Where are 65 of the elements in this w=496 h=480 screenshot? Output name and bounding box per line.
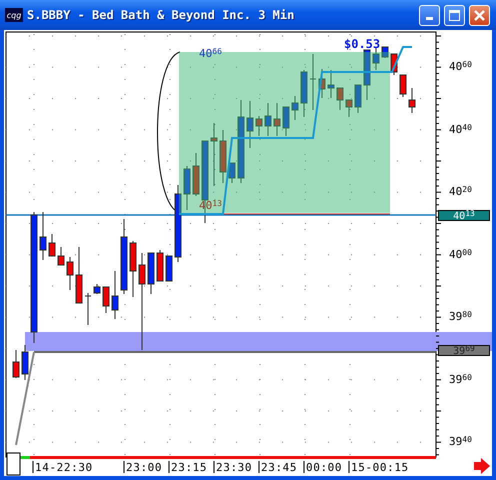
- price-label: 39$^{40}$: [449, 436, 472, 448]
- time-label: 00:00: [304, 460, 342, 474]
- candlestick: [382, 46, 388, 58]
- app-logo: cqg: [5, 8, 23, 22]
- time-label: 23:00: [124, 460, 162, 474]
- candlestick: [274, 102, 280, 136]
- price-label: 40$^{00}$: [449, 248, 472, 260]
- price-label: 40$^{60}$: [449, 61, 472, 73]
- candlestick: [318, 68, 326, 98]
- candlestick: [148, 252, 154, 294]
- time-label: 23:15: [168, 460, 208, 474]
- candlestick: [364, 50, 370, 100]
- candlestick: [408, 88, 416, 114]
- price-label: 39$^{80}$: [449, 311, 472, 323]
- candlestick: [300, 70, 308, 118]
- candlestick: [22, 344, 28, 380]
- candlestick: [84, 292, 92, 326]
- candlestick: [48, 234, 56, 256]
- candlestick: [346, 100, 352, 118]
- candlestick: [184, 166, 190, 210]
- candlestick: [220, 130, 226, 184]
- candlestick: [166, 256, 172, 282]
- candlestick: [282, 106, 290, 136]
- time-label: 23:30: [214, 460, 252, 474]
- candlestick: [328, 70, 334, 98]
- candlestick: [66, 256, 74, 290]
- candlestick: [76, 246, 82, 304]
- candlestick: [102, 286, 110, 314]
- window-title: S.BBBY - Bed Bath & Beyond Inc. 3 Min: [27, 8, 296, 22]
- candlestick: [12, 350, 20, 378]
- candlestick: [192, 152, 200, 196]
- minimize-button[interactable]: [419, 4, 440, 26]
- close-button[interactable]: [469, 4, 490, 26]
- time-label: 14-22:30: [32, 460, 93, 474]
- candlestick: [336, 88, 344, 110]
- candlestick: [246, 100, 254, 148]
- candlestick: [58, 246, 64, 266]
- candlestick: [130, 240, 136, 298]
- candlestick: [292, 96, 298, 120]
- price-label: 40$^{40}$: [449, 124, 472, 136]
- minimize-icon: [426, 17, 433, 20]
- price-label: 40$^{20}$: [449, 186, 472, 198]
- price-tag: 40$^{13}$: [438, 210, 490, 221]
- session-start-bar: [20, 456, 30, 459]
- time-label: 23:45: [258, 460, 298, 474]
- move-label: $0.53: [344, 37, 380, 51]
- candlestick: [40, 212, 46, 260]
- time-label: 15-00:15: [348, 460, 409, 474]
- candlestick: [94, 284, 100, 294]
- candlestick: [354, 84, 362, 114]
- price-label: 39$^{60}$: [449, 374, 472, 386]
- arrow-right-icon[interactable]: [474, 458, 490, 474]
- candlestick: [156, 250, 164, 282]
- candlestick: [210, 122, 218, 186]
- price-tag: 39$^{69}$: [438, 345, 490, 356]
- close-icon: [474, 10, 485, 20]
- candlestick: [310, 54, 316, 110]
- scroll-box[interactable]: [6, 452, 20, 476]
- candlestick: [256, 116, 262, 136]
- candlestick: [264, 102, 272, 136]
- candlestick: [112, 270, 118, 320]
- candlestick: [228, 162, 236, 184]
- maximize-icon: [449, 10, 460, 20]
- candlestick: [400, 74, 406, 98]
- maximize-button[interactable]: [444, 4, 465, 26]
